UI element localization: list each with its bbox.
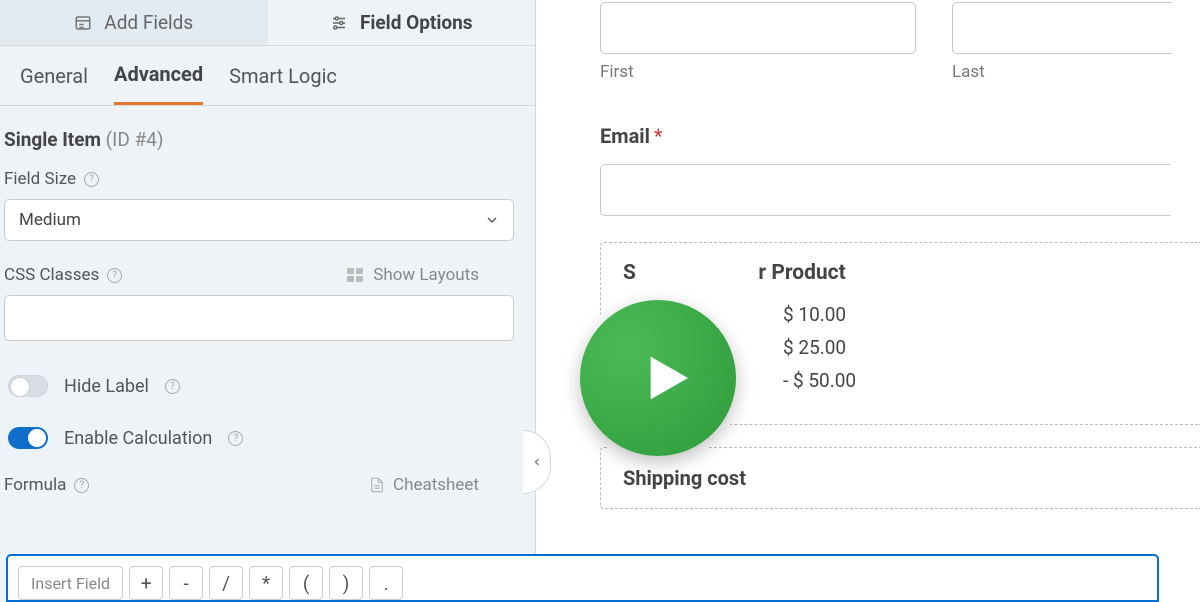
op-plus-button[interactable]: + bbox=[129, 566, 163, 600]
last-name-sublabel: Last bbox=[952, 62, 1200, 82]
product-option-1[interactable]: $ 10.00 bbox=[783, 303, 1178, 326]
first-name-sublabel: First bbox=[600, 62, 916, 82]
tab-add-fields[interactable]: Add Fields bbox=[0, 0, 268, 45]
product-title-left: S bbox=[623, 261, 636, 285]
grid-icon bbox=[347, 268, 363, 282]
subtab-general[interactable]: General bbox=[20, 64, 88, 104]
email-label-text: Email bbox=[600, 124, 650, 148]
insert-field-button[interactable]: Insert Field bbox=[18, 566, 123, 600]
field-size-value: Medium bbox=[19, 210, 81, 230]
enable-calculation-row: Enable Calculation ? bbox=[0, 417, 535, 475]
name-row: First Last bbox=[600, 2, 1200, 82]
help-icon[interactable]: ? bbox=[165, 379, 180, 394]
field-options-panel: Add Fields Field Options General Advance… bbox=[0, 0, 536, 602]
tab-field-options-label: Field Options bbox=[360, 11, 473, 34]
formula-label: Formula bbox=[4, 475, 66, 495]
subtab-smart-logic[interactable]: Smart Logic bbox=[229, 64, 337, 104]
product-option-2[interactable]: $ 25.00 bbox=[783, 336, 1178, 359]
enable-calculation-toggle[interactable] bbox=[8, 427, 48, 449]
form-icon bbox=[74, 14, 92, 32]
sliders-icon bbox=[330, 14, 348, 32]
help-icon[interactable]: ? bbox=[84, 172, 99, 187]
tab-add-fields-label: Add Fields bbox=[104, 11, 193, 34]
hide-label-toggle[interactable] bbox=[8, 375, 48, 397]
tab-field-options[interactable]: Field Options bbox=[268, 0, 536, 45]
section-title: Single Item bbox=[4, 128, 101, 151]
op-paren-open-button[interactable]: ( bbox=[289, 566, 323, 600]
op-divide-button[interactable]: / bbox=[209, 566, 243, 600]
cheatsheet-label: Cheatsheet bbox=[393, 475, 479, 495]
section-id: (ID #4) bbox=[106, 128, 164, 151]
op-dot-button[interactable]: . bbox=[369, 566, 403, 600]
css-classes-group: CSS Classes ? Show Layouts bbox=[0, 265, 535, 365]
css-classes-label: CSS Classes bbox=[4, 265, 99, 285]
section-header: Single Item (ID #4) bbox=[0, 128, 535, 169]
op-multiply-button[interactable]: * bbox=[249, 566, 283, 600]
field-size-select[interactable]: Medium bbox=[4, 199, 514, 241]
formula-header: Formula ? Cheatsheet bbox=[0, 475, 535, 505]
cheatsheet-link[interactable]: Cheatsheet bbox=[369, 475, 479, 495]
hide-label-row: Hide Label ? bbox=[0, 365, 535, 417]
first-name-input[interactable] bbox=[600, 2, 916, 54]
shipping-label: Shipping cost bbox=[623, 466, 1178, 490]
show-layouts-link[interactable]: Show Layouts bbox=[347, 265, 479, 285]
play-icon bbox=[620, 346, 696, 410]
css-classes-input[interactable] bbox=[4, 295, 514, 341]
panel-top-tabs: Add Fields Field Options bbox=[0, 0, 535, 46]
help-icon[interactable]: ? bbox=[107, 268, 122, 283]
subtab-advanced[interactable]: Advanced bbox=[114, 62, 203, 105]
panel-sub-tabs: General Advanced Smart Logic bbox=[0, 46, 535, 106]
enable-calculation-text: Enable Calculation bbox=[64, 428, 212, 449]
product-title-right: r Product bbox=[758, 261, 845, 285]
shipping-box: Shipping cost bbox=[600, 447, 1200, 509]
product-title: S r Product bbox=[623, 261, 1178, 285]
email-input[interactable] bbox=[600, 164, 1170, 216]
form-preview: First Last Email* S r Product $ 10.00 $ … bbox=[536, 0, 1200, 602]
op-paren-close-button[interactable]: ) bbox=[329, 566, 363, 600]
last-name-input[interactable] bbox=[952, 2, 1172, 54]
product-option-3[interactable]: - $ 50.00 bbox=[783, 369, 1178, 392]
play-button[interactable] bbox=[580, 300, 736, 456]
help-icon[interactable]: ? bbox=[74, 478, 89, 493]
field-size-group: Field Size ? Medium bbox=[0, 169, 535, 265]
show-layouts-label: Show Layouts bbox=[373, 265, 479, 285]
document-icon bbox=[369, 476, 385, 494]
field-size-label: Field Size bbox=[4, 169, 76, 189]
help-icon[interactable]: ? bbox=[228, 431, 243, 446]
op-minus-button[interactable]: - bbox=[169, 566, 203, 600]
email-label: Email* bbox=[600, 124, 1200, 148]
hide-label-text: Hide Label bbox=[64, 376, 149, 397]
required-asterisk: * bbox=[654, 124, 663, 148]
